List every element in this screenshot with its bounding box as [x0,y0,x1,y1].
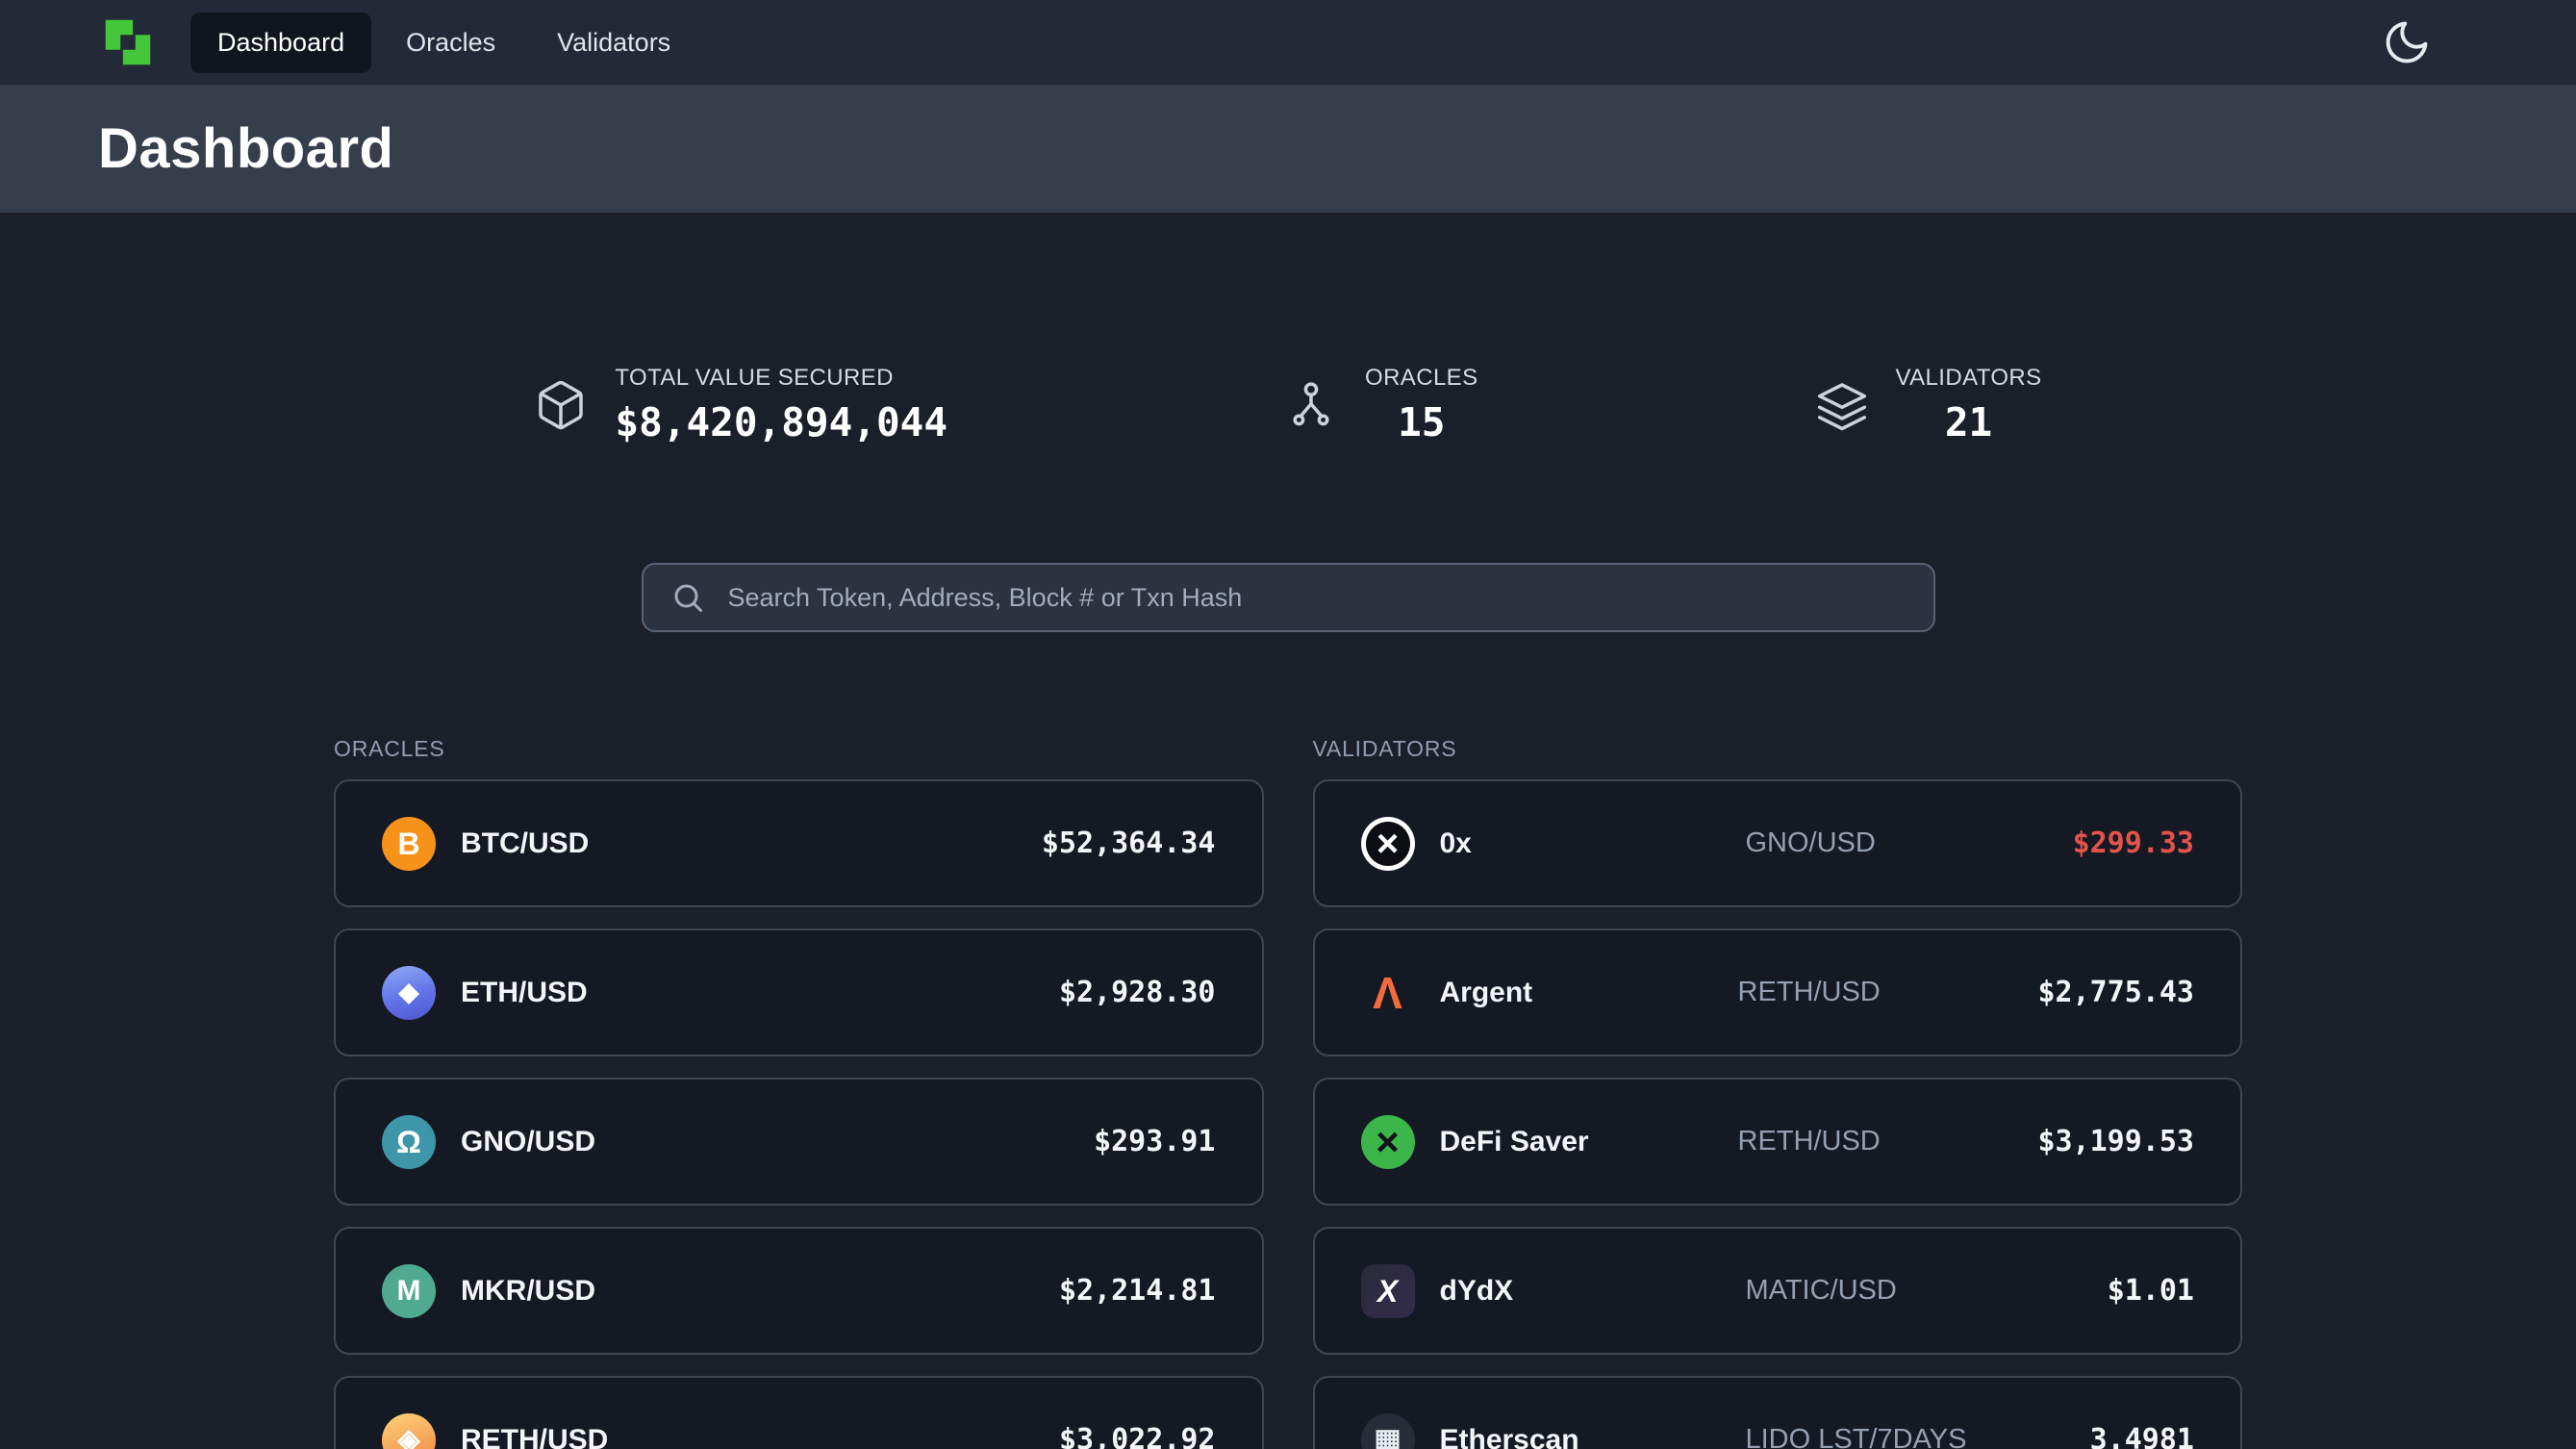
argent-icon: Λ [1361,966,1415,1020]
oracle-pair-label: BTC/USD [461,827,589,860]
oracle-price: $2,928.30 [1059,976,1216,1009]
oracle-pair-label: ETH/USD [461,977,588,1009]
validator-card-argent[interactable]: Λ Argent RETH/USD $2,775.43 [1313,928,2243,1056]
0x-icon: × [1361,817,1415,871]
validator-name: dYdX [1440,1275,1746,1308]
eth-icon: ◆ [382,966,436,1020]
page-header: Dashboard [0,85,2576,213]
validator-price: $299.33 [2073,826,2194,860]
tvs-value: $8,420,894,044 [615,399,947,445]
oracle-card-reth-usd[interactable]: ◈ RETH/USD $3,022.92 [334,1376,1264,1449]
validators-count-label: VALIDATORS [1896,365,2042,392]
validator-pair: RETH/USD [1738,977,2038,1008]
oracle-pair-label: MKR/USD [461,1275,595,1308]
search-bar [642,563,1935,632]
nav-item-oracles[interactable]: Oracles [379,13,522,73]
oracles-count-value: 15 [1365,399,1478,445]
oracles-column: ORACLES B BTC/USD $52,364.34 ◆ ETH/USD $… [334,736,1264,1449]
validator-pair: MATIC/USD [1746,1275,2054,1307]
top-navbar: Dashboard Oracles Validators [0,0,2576,85]
validator-card-dydx[interactable]: X dYdX MATIC/USD $1.01 [1313,1227,2243,1355]
reth-icon: ◈ [382,1413,436,1449]
stat-oracles-count: ORACLES 15 [1284,365,1478,445]
oracle-price: $293.91 [1094,1125,1215,1158]
stat-validators-count: VALIDATORS 21 [1815,365,2042,445]
oracle-card-btc-usd[interactable]: B BTC/USD $52,364.34 [334,779,1264,907]
oracle-price: $3,022.92 [1059,1423,1216,1449]
validator-card-defi-saver[interactable]: × DeFi Saver RETH/USD $3,199.53 [1313,1078,2243,1206]
nav-item-dashboard[interactable]: Dashboard [190,13,371,73]
oracle-pair-label: GNO/USD [461,1126,595,1158]
validator-price: $2,775.43 [2037,976,2194,1009]
oracle-price: $52,364.34 [1042,826,1216,860]
stats-row: TOTAL VALUE SECURED $8,420,894,044 ORACL… [334,365,2242,445]
validator-name: DeFi Saver [1440,1126,1738,1158]
stat-total-value-secured: TOTAL VALUE SECURED $8,420,894,044 [534,365,947,445]
oracle-card-eth-usd[interactable]: ◆ ETH/USD $2,928.30 [334,928,1264,1056]
oracles-count-label: ORACLES [1365,365,1478,392]
theme-toggle-button[interactable] [2382,17,2432,67]
layers-icon [1815,378,1869,432]
validator-pair: LIDO LST/7DAYS [1746,1424,2054,1449]
mkr-icon: M [382,1264,436,1318]
content-columns: ORACLES B BTC/USD $52,364.34 ◆ ETH/USD $… [334,736,2242,1449]
chronicle-logo [98,13,158,72]
dydx-icon: X [1361,1264,1415,1318]
page-title: Dashboard [98,116,393,181]
oracle-pair-label: RETH/USD [461,1424,608,1449]
validator-name: Argent [1440,977,1738,1009]
moon-icon [2382,56,2432,70]
nav-items: Dashboard Oracles Validators [190,13,697,73]
validator-price: 3.4981 [2090,1423,2194,1449]
oracle-card-gno-usd[interactable]: Ω GNO/USD $293.91 [334,1078,1264,1206]
validators-column: VALIDATORS × 0x GNO/USD $299.33 Λ Argent… [1313,736,2243,1449]
validator-name: Etherscan [1440,1424,1746,1449]
btc-icon: B [382,817,436,871]
oracle-card-mkr-usd[interactable]: M MKR/USD $2,214.81 [334,1227,1264,1355]
gno-icon: Ω [382,1115,436,1169]
search-input[interactable] [642,563,1935,632]
oracle-network-icon [1284,378,1338,432]
validator-card-etherscan[interactable]: ▦ Etherscan LIDO LST/7DAYS 3.4981 [1313,1376,2243,1449]
etherscan-icon: ▦ [1361,1413,1415,1449]
validator-price: $1.01 [2108,1274,2194,1308]
validator-name: 0x [1440,827,1746,860]
validators-heading: VALIDATORS [1313,736,2243,762]
oracles-heading: ORACLES [334,736,1264,762]
validator-pair: GNO/USD [1746,827,2054,859]
cube-icon [534,378,588,432]
oracle-price: $2,214.81 [1059,1274,1216,1308]
validator-card-0x[interactable]: × 0x GNO/USD $299.33 [1313,779,2243,907]
defi-saver-icon: × [1361,1115,1415,1169]
validators-count-value: 21 [1896,399,2042,445]
tvs-label: TOTAL VALUE SECURED [615,365,947,392]
validator-pair: RETH/USD [1738,1126,2038,1157]
nav-item-validators[interactable]: Validators [530,13,697,73]
validator-price: $3,199.53 [2037,1125,2194,1158]
